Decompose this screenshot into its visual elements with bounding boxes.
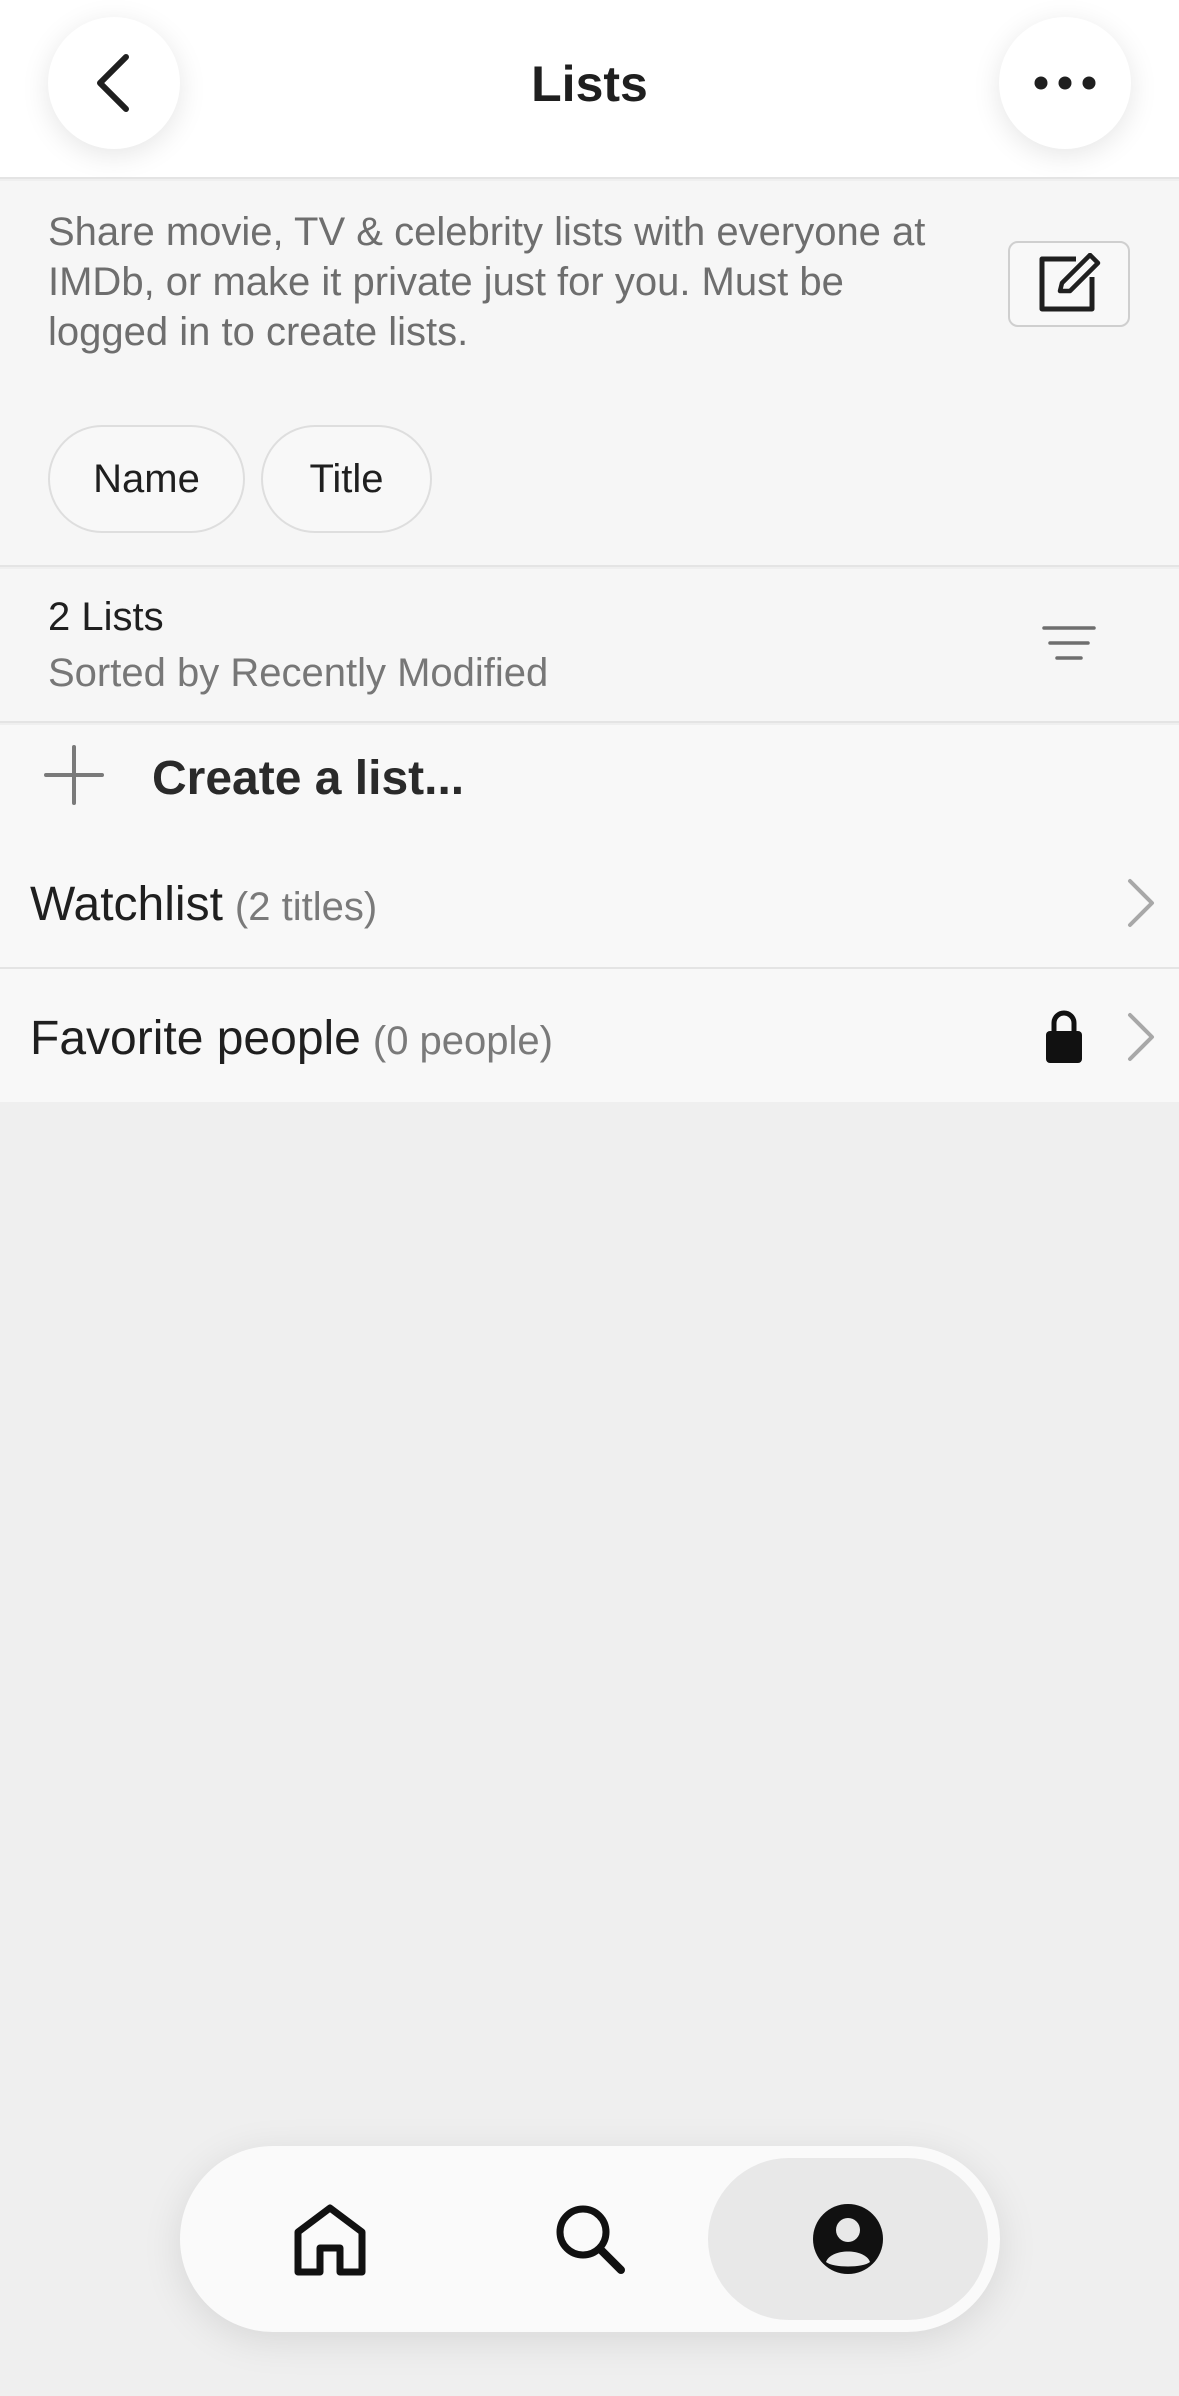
list-item-favorite-people[interactable]: Favorite people (0 people)	[0, 971, 1179, 1103]
nav-profile-button[interactable]	[708, 2158, 988, 2320]
intro-section: Share movie, TV & celebrity lists with e…	[0, 181, 1179, 567]
sort-button[interactable]	[1032, 613, 1106, 673]
home-icon	[294, 2204, 366, 2276]
compose-icon	[1039, 253, 1101, 312]
create-list-row[interactable]: Create a list...	[0, 725, 1179, 835]
filter-chip-title[interactable]: Title	[261, 425, 432, 533]
lists-count: 2 Lists	[48, 595, 164, 639]
filter-chip-name[interactable]: Name	[48, 425, 245, 533]
create-list-label: Create a list...	[152, 752, 465, 805]
lock-icon	[1046, 1010, 1082, 1063]
intro-description: Share movie, TV & celebrity lists with e…	[48, 210, 926, 354]
lists-summary: 2 Lists Sorted by Recently Modified	[0, 569, 1179, 723]
list-item-watchlist[interactable]: Watchlist (2 titles)	[0, 837, 1179, 969]
list-item-text: Watchlist (2 titles)	[30, 877, 377, 932]
back-button[interactable]	[48, 17, 180, 149]
lists-container: Create a list... Watchlist (2 titles) Fav…	[0, 725, 1179, 1102]
more-horizontal-icon	[1034, 76, 1096, 90]
list-item-title: Favorite people	[30, 1012, 361, 1065]
chevron-right-icon	[1128, 879, 1154, 927]
sort-lines-icon	[1042, 626, 1096, 660]
nav-home-button[interactable]	[190, 2158, 470, 2320]
create-list-compose-button[interactable]	[1008, 241, 1130, 327]
chevron-right-icon	[1128, 1013, 1154, 1061]
list-item-count: (0 people)	[372, 1019, 553, 1063]
list-item-count: (2 titles)	[234, 885, 378, 929]
plus-icon	[44, 745, 104, 805]
more-options-button[interactable]	[999, 17, 1131, 149]
sort-status: Sorted by Recently Modified	[48, 651, 549, 695]
top-bar: Lists	[0, 0, 1179, 179]
nav-search-button[interactable]	[450, 2158, 730, 2320]
list-item-text: Favorite people (0 people)	[30, 1011, 553, 1066]
search-icon	[556, 2205, 625, 2274]
chevron-left-icon	[97, 54, 129, 112]
list-item-title: Watchlist	[30, 878, 223, 931]
profile-icon	[813, 2204, 883, 2274]
lists-screen: Lists Share movie, TV & celebrity lists …	[0, 0, 1179, 2396]
bottom-navigation	[180, 2146, 1000, 2332]
